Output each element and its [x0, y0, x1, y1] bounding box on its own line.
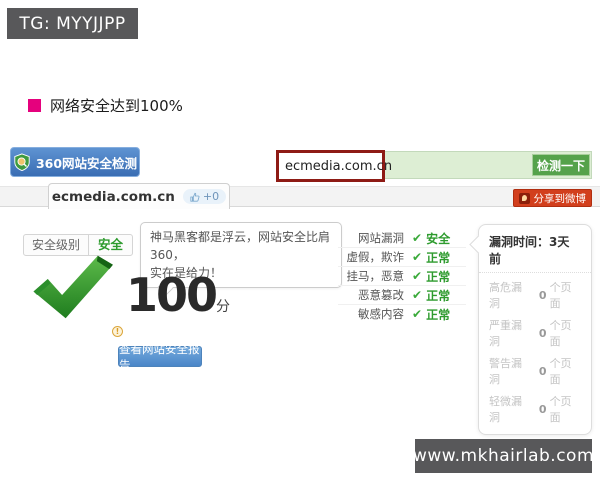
check-row: 恶意篡改 ✔ 正常 — [338, 286, 466, 305]
vuln-panel-title: 漏洞时间：3天前 — [479, 225, 591, 273]
vuln-row: 轻微漏洞 0 个页面 — [479, 390, 591, 428]
tab-domain[interactable]: ecmedia.com.cn +0 — [48, 183, 230, 209]
url-input[interactable]: ecmedia.com.cn — [276, 150, 392, 182]
security-level-value: 安全 — [98, 237, 124, 252]
vuln-row: 警告漏洞 0 个页面 — [479, 352, 591, 390]
check-label: 恶意篡改 — [358, 288, 404, 302]
vuln-label: 高危漏洞 — [489, 281, 522, 310]
bullet-square-icon — [28, 99, 41, 112]
brand-banner-label: 360网站安全检测 — [35, 155, 138, 171]
weibo-icon — [518, 192, 530, 204]
check-status: 正常 — [426, 250, 451, 265]
checkmark-icon: ✔ — [412, 288, 423, 302]
check-label: 网站漏洞 — [358, 231, 404, 245]
checkmark-icon: ✔ — [412, 231, 423, 245]
check-now-label: 检测一下 — [536, 158, 585, 173]
vuln-label: 警告漏洞 — [489, 357, 522, 386]
thumbs-up-icon — [190, 192, 200, 202]
check-status: 正常 — [426, 269, 451, 284]
vuln-row: 高危漏洞 0 个页面 — [479, 276, 591, 314]
view-report-label: 查看网站安全报告 — [119, 341, 200, 372]
comment-line1: 神马黑客都是浮云，网站安全比肩360， — [150, 230, 331, 262]
check-label: 挂马，恶意 — [346, 269, 405, 283]
check-label: 敏感内容 — [358, 307, 404, 321]
check-row: 挂马，恶意 ✔ 正常 — [338, 267, 466, 286]
view-report-button[interactable]: 查看网站安全报告 — [118, 342, 202, 372]
vuln-label: 严重漏洞 — [489, 319, 522, 348]
info-icon[interactable]: ! — [112, 326, 123, 337]
vuln-unit: 个页面 — [549, 395, 572, 424]
checkmark-icon: ✔ — [412, 250, 423, 264]
score-unit: 分 — [216, 299, 231, 315]
vuln-unit: 个页面 — [549, 319, 572, 348]
score: 100分 — [126, 268, 230, 322]
brand-banner[interactable]: 360网站安全检测 — [10, 147, 140, 177]
shield-icon — [14, 153, 30, 171]
vuln-label: 轻微漏洞 — [489, 395, 522, 424]
check-row: 网站漏洞 ✔ 安全 — [338, 229, 466, 248]
vuln-row: 严重漏洞 0 个页面 — [479, 314, 591, 352]
page: TG: MYYJJPP 网络安全达到100% 360网站安全检测 ecmedia… — [0, 0, 600, 480]
bottom-watermark-text: www.mkhairlab.com — [413, 446, 595, 466]
check-label: 虚假，欺诈 — [346, 250, 405, 264]
likes-count: +0 — [202, 190, 220, 203]
check-status: 正常 — [426, 307, 451, 322]
security-level-badge: 安全级别 安全 — [23, 234, 134, 256]
vuln-panel: 漏洞时间：3天前 高危漏洞 0 个页面 严重漏洞 0 个页面 警告漏洞 0 个页面 轻微漏洞 0 个页… — [469, 224, 592, 435]
checks-list: 网站漏洞 ✔ 安全 虚假，欺诈 ✔ 正常 挂马，恶意 ✔ 正常 恶意篡改 ✔ 正常 敏感内容 ✔ 正常 — [338, 229, 466, 323]
score-number: 100 — [126, 268, 218, 322]
check-row: 虚假，欺诈 ✔ 正常 — [338, 248, 466, 267]
bottom-watermark: www.mkhairlab.com — [413, 439, 595, 473]
vuln-count: 0 — [538, 402, 547, 416]
tab-bar: ecmedia.com.cn +0 分享到微博 — [0, 183, 600, 209]
top-watermark: TG: MYYJJPP — [7, 8, 138, 39]
check-status: 正常 — [426, 288, 451, 303]
tab-domain-label: ecmedia.com.cn — [51, 188, 175, 205]
heading-text: 网络安全达到100% — [50, 97, 183, 115]
share-weibo-button[interactable]: 分享到微博 — [512, 189, 592, 207]
info-icon-mark: ! — [115, 327, 120, 336]
security-level-label: 安全级别 — [24, 235, 90, 255]
url-check-bar: ecmedia.com.cn 检测一下 — [276, 150, 592, 182]
checkmark-icon: ✔ — [412, 269, 423, 283]
vuln-rows: 高危漏洞 0 个页面 严重漏洞 0 个页面 警告漏洞 0 个页面 轻微漏洞 0 个页面 — [479, 273, 591, 434]
heading: 网络安全达到100% — [28, 95, 183, 116]
share-weibo-label: 分享到微博 — [533, 192, 587, 205]
check-now-button[interactable]: 检测一下 — [532, 154, 590, 176]
check-status: 安全 — [426, 231, 451, 246]
top-watermark-text: TG: MYYJJPP — [19, 13, 126, 34]
vuln-count: 0 — [538, 364, 547, 378]
checkmark-icon: ✔ — [412, 307, 423, 321]
vuln-count: 0 — [538, 326, 547, 340]
likes-pill[interactable]: +0 — [182, 189, 227, 204]
url-input-value: ecmedia.com.cn — [285, 158, 393, 174]
vuln-count: 0 — [538, 288, 547, 302]
check-row: 敏感内容 ✔ 正常 — [338, 305, 466, 323]
vuln-unit: 个页面 — [549, 281, 572, 310]
vuln-unit: 个页面 — [549, 357, 572, 386]
big-checkmark-icon — [33, 255, 113, 319]
